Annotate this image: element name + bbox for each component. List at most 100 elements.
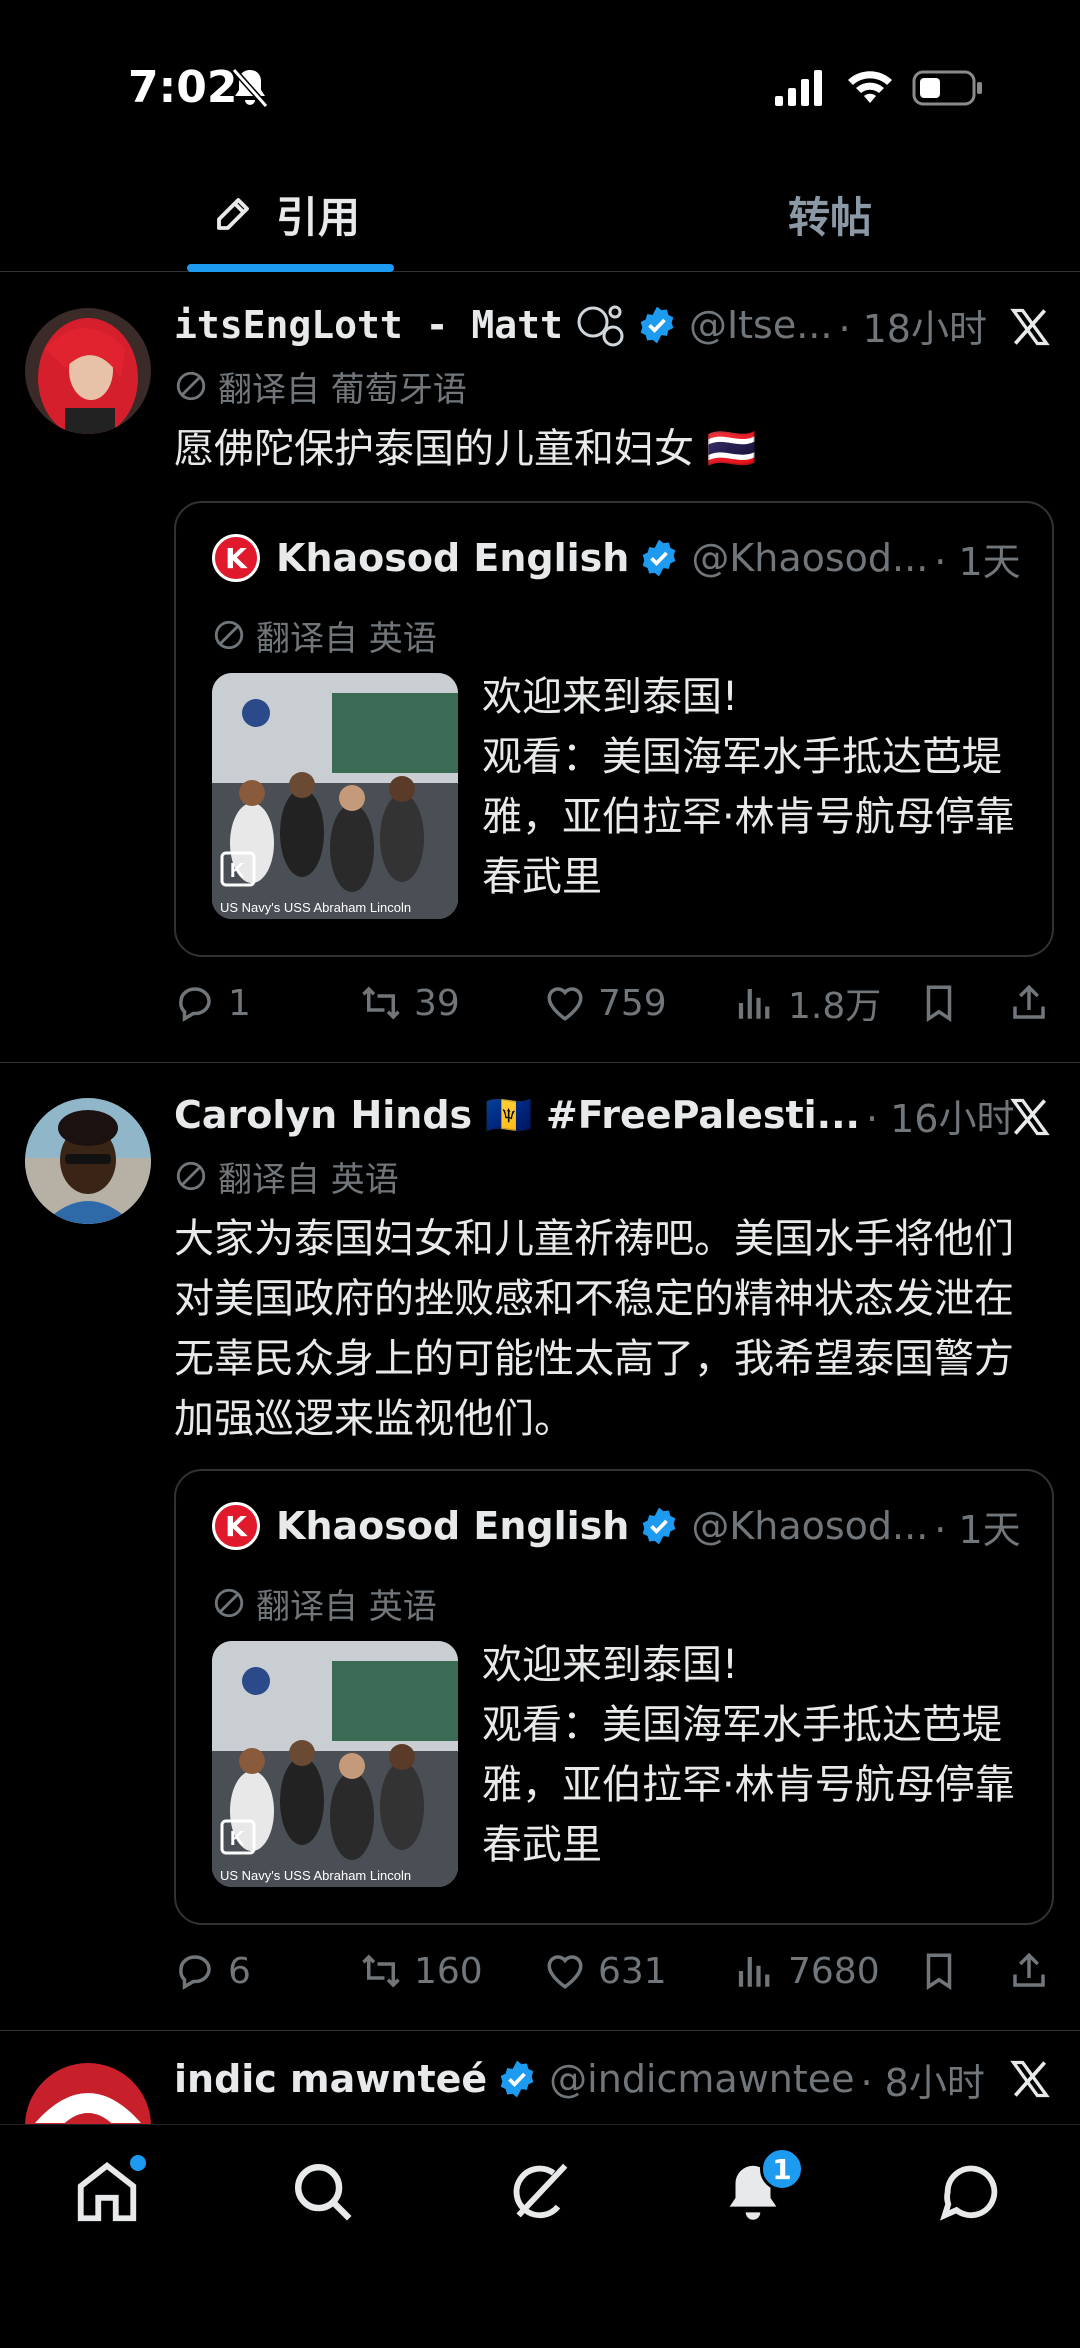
like-count: 631 bbox=[598, 1950, 667, 1992]
avatar[interactable] bbox=[25, 308, 151, 434]
translate-icon bbox=[176, 371, 206, 401]
like-button[interactable]: 759 bbox=[544, 973, 667, 1033]
display-name[interactable]: indic mawnteé bbox=[174, 2057, 487, 2101]
translated-label[interactable]: 翻译自 英语 bbox=[174, 1151, 399, 1201]
post-text: 大家为泰国妇女和儿童祈祷吧。美国水手将他们对美国政府的挫败感和不稳定的精神状态发… bbox=[174, 1216, 1014, 1442]
translated-label-text: 翻译自 葡萄牙语 bbox=[218, 369, 467, 410]
quoted-post-header: K Khaosod English @Khaosod... · 1天 bbox=[212, 1501, 1021, 1552]
cellular-signal-icon bbox=[775, 70, 822, 106]
share-icon[interactable] bbox=[1008, 1950, 1050, 1992]
repost-button[interactable]: 39 bbox=[360, 973, 460, 1033]
wifi-icon bbox=[848, 71, 892, 103]
views-count: 1.8万 bbox=[788, 986, 882, 1027]
post[interactable]: itsEngLott - Matt @Itse... · 18小时 翻译自 葡萄… bbox=[0, 273, 1080, 1063]
quoted-display-name: Khaosod English bbox=[276, 536, 630, 580]
reply-count: 1 bbox=[228, 982, 251, 1024]
share-icon[interactable] bbox=[1008, 982, 1050, 1024]
tab-reposts[interactable]: 转帖 bbox=[788, 184, 872, 244]
quoted-translated-label[interactable]: 翻译自 英语 bbox=[212, 1579, 437, 1627]
views-button[interactable]: 1.8万 bbox=[734, 973, 881, 1033]
reply-button[interactable]: 1 bbox=[174, 973, 251, 1033]
timestamp: · 8小时 bbox=[860, 2060, 985, 2105]
translated-label[interactable]: 翻译自 葡萄牙语 bbox=[174, 361, 467, 411]
verified-badge-icon bbox=[643, 539, 676, 577]
tab-quotes[interactable]: 引用 bbox=[212, 184, 360, 244]
thumbnail-caption: US Navy's USS Abraham Lincoln bbox=[220, 900, 412, 915]
bell-muted-icon bbox=[231, 68, 269, 108]
repost-count: 39 bbox=[414, 982, 460, 1024]
reply-button[interactable]: 6 bbox=[174, 1941, 251, 2001]
x-logo-icon[interactable] bbox=[1008, 1095, 1052, 1139]
views-button[interactable]: 7680 bbox=[734, 1941, 880, 2001]
views-chart-icon bbox=[738, 1957, 770, 1987]
tab-bar: 引用 转帖 bbox=[0, 160, 1080, 272]
handle[interactable]: @Itse... bbox=[689, 303, 833, 347]
battery-icon bbox=[912, 70, 982, 106]
status-bar: 7:02 bbox=[0, 0, 1080, 150]
svg-text:K: K bbox=[230, 1828, 245, 1850]
display-name[interactable]: Carolyn Hinds 🇧🇧 #FreePalesti... bbox=[174, 1093, 860, 1138]
display-name[interactable]: itsEngLott - Matt bbox=[174, 303, 563, 347]
nav-messages[interactable] bbox=[936, 2157, 1006, 2227]
bookmark-icon[interactable] bbox=[918, 1950, 960, 1992]
thumbnail-caption: US Navy's USS Abraham Lincoln bbox=[220, 1868, 412, 1883]
handle[interactable]: @indicmawntee bbox=[549, 2057, 854, 2101]
post[interactable]: Carolyn Hinds 🇧🇧 #FreePalesti... · 16小时 … bbox=[0, 1063, 1080, 2031]
bottom-nav: 1 bbox=[0, 2124, 1080, 2348]
svg-text:K: K bbox=[230, 860, 245, 882]
quoted-post[interactable]: K Khaosod English @Khaosod... · 1天 翻译自 英… bbox=[174, 501, 1054, 957]
repost-icon bbox=[362, 1954, 400, 1988]
tab-reposts-label: 转帖 bbox=[788, 192, 873, 242]
timestamp: · 18小时 bbox=[838, 306, 987, 351]
video-thumbnail[interactable]: K US Navy's USS Abraham Lincoln bbox=[212, 1641, 458, 1887]
search-icon bbox=[295, 2164, 352, 2221]
grok-icon bbox=[513, 2163, 568, 2219]
home-new-dot bbox=[130, 2155, 146, 2171]
khaosod-logo-icon: K bbox=[212, 1502, 260, 1550]
repost-button[interactable]: 160 bbox=[360, 1941, 483, 2001]
post-actions: 6 160 631 7680 bbox=[174, 1941, 1054, 2001]
post-header: itsEngLott - Matt @Itse... · 18小时 bbox=[174, 297, 1050, 353]
x-logo-icon[interactable] bbox=[1008, 2057, 1052, 2101]
reply-icon bbox=[179, 1955, 211, 1990]
post[interactable]: indic mawnteé @indicmawntee · 8小时 bbox=[0, 2031, 1080, 2124]
timestamp: · 16小时 bbox=[865, 1096, 1015, 1141]
post-header: indic mawnteé @indicmawntee · 8小时 bbox=[174, 2051, 1050, 2107]
tab-quotes-label: 引用 bbox=[276, 192, 361, 242]
quoted-post[interactable]: K Khaosod English @Khaosod... · 1天 翻译自 英… bbox=[174, 1469, 1054, 1925]
quoted-handle: @Khaosod... bbox=[691, 536, 929, 580]
nav-grok[interactable] bbox=[504, 2157, 574, 2227]
video-thumbnail[interactable]: K US Navy's USS Abraham Lincoln bbox=[212, 673, 458, 919]
quoted-timestamp: · 1天 bbox=[934, 539, 1021, 584]
verified-badge-icon bbox=[500, 2060, 534, 2098]
translated-label-text: 翻译自 英语 bbox=[218, 1159, 399, 1200]
like-button[interactable]: 631 bbox=[544, 1941, 667, 2001]
quoted-display-name: Khaosod English bbox=[276, 1504, 630, 1548]
quoted-post-text: 欢迎来到泰国! 观看：美国海军水手抵达芭堤雅，亚伯拉罕·林肯号航母停靠春武里 bbox=[482, 674, 1015, 900]
reply-icon bbox=[179, 987, 211, 1022]
heart-icon bbox=[547, 1955, 583, 1989]
quoted-post-header: K Khaosod English @Khaosod... · 1天 bbox=[212, 533, 1021, 584]
bookmark-icon[interactable] bbox=[918, 982, 960, 1024]
views-chart-icon bbox=[738, 989, 770, 1019]
post-header: Carolyn Hinds 🇧🇧 #FreePalesti... · 16小时 bbox=[174, 1087, 1050, 1143]
verified-badge-icon bbox=[643, 1507, 676, 1545]
nav-search[interactable] bbox=[288, 2157, 358, 2227]
quoted-post-text: 欢迎来到泰国! 观看：美国海军水手抵达芭堤雅，亚伯拉罕·林肯号航母停靠春武里 bbox=[482, 1642, 1015, 1868]
avatar[interactable] bbox=[25, 1098, 151, 1224]
heart-icon bbox=[547, 987, 583, 1021]
post-text: 愿佛陀保护泰国的儿童和妇女 🇹🇭 bbox=[174, 426, 757, 472]
quoted-translated-label[interactable]: 翻译自 英语 bbox=[212, 611, 437, 659]
translate-icon bbox=[214, 1588, 244, 1618]
translate-icon bbox=[214, 620, 244, 650]
quoted-timestamp: · 1天 bbox=[934, 1507, 1021, 1552]
repost-count: 160 bbox=[414, 1950, 483, 1992]
quoted-translated-text: 翻译自 英语 bbox=[256, 618, 437, 659]
notifications-badge: 1 bbox=[760, 2147, 804, 2191]
active-tab-indicator bbox=[187, 264, 394, 272]
x-logo-icon[interactable] bbox=[1008, 305, 1052, 349]
pencil-icon bbox=[217, 198, 249, 230]
avatar[interactable] bbox=[25, 2063, 151, 2124]
message-bubble-icon bbox=[940, 2165, 998, 2221]
translate-icon bbox=[176, 1161, 206, 1191]
